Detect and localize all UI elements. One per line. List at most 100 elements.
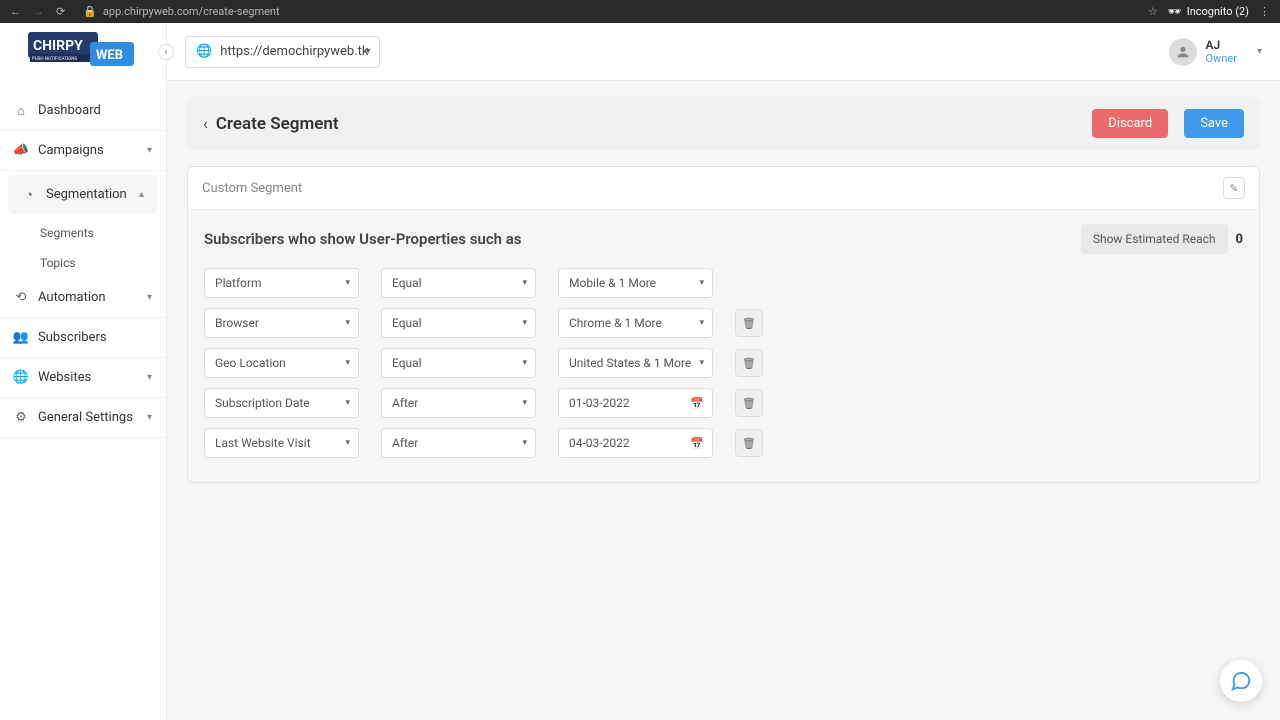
home-icon: ⌂ — [14, 104, 28, 118]
delete-rule-button[interactable]: 🗑 — [735, 429, 763, 457]
sidebar-sub-segments[interactable]: Segments — [40, 218, 166, 248]
chevron-down-icon: ▾ — [147, 372, 152, 383]
back-icon[interactable]: ← — [10, 5, 21, 18]
rule-property-select[interactable]: Browser▾ — [204, 308, 359, 338]
megaphone-icon: 📣 — [14, 144, 28, 158]
chevron-down-icon: ▾ — [147, 292, 152, 303]
chevron-down-icon: ▾ — [699, 278, 704, 288]
rule-date-input[interactable]: 01-03-2022📅 — [558, 388, 713, 418]
discard-button[interactable]: Discard — [1092, 109, 1168, 138]
chevron-down-icon: ▾ — [522, 318, 527, 328]
sidebar-collapse-icon[interactable]: ‹ — [158, 44, 174, 60]
chevron-down-icon: ▾ — [699, 318, 704, 328]
chevron-down-icon: ▾ — [147, 145, 152, 156]
sidebar-item-general-settings[interactable]: ⚙ General Settings ▾ — [0, 398, 166, 438]
chevron-down-icon: ▾ — [522, 278, 527, 288]
chevron-down-icon: ▾ — [147, 412, 152, 423]
star-icon[interactable]: ☆ — [1148, 5, 1158, 18]
rules-container: Platform▾ Equal▾ Mobile & 1 More▾ Browser▾ E… — [204, 268, 1243, 458]
svg-text:CHIRPY: CHIRPY — [33, 38, 83, 54]
svg-text:WEB: WEB — [96, 48, 123, 63]
rule-row: Browser▾ Equal▾ Chrome & 1 More▾ 🗑 — [204, 308, 1243, 338]
avatar — [1169, 38, 1197, 66]
delete-rule-button[interactable]: 🗑 — [735, 349, 763, 377]
show-reach-button[interactable]: Show Estimated Reach — [1081, 224, 1228, 254]
svg-text:PUSH NOTIFICATIONS: PUSH NOTIFICATIONS — [32, 56, 77, 62]
rule-operator-select[interactable]: Equal▾ — [381, 268, 536, 298]
rule-property-select[interactable]: Platform▾ — [204, 268, 359, 298]
delete-rule-button[interactable]: 🗑 — [735, 389, 763, 417]
rule-property-select[interactable]: Subscription Date▾ — [204, 388, 359, 418]
rule-property-select[interactable]: Geo Location▾ — [204, 348, 359, 378]
chevron-down-icon: ▾ — [522, 398, 527, 408]
rule-row: Subscription Date▾ After▾ 01-03-2022📅 🗑 — [204, 388, 1243, 418]
chevron-up-icon: ▴ — [139, 189, 144, 200]
chevron-down-icon: ▾ — [345, 318, 350, 328]
back-chevron-icon[interactable]: ‹ — [203, 114, 208, 133]
rule-row: Last Website Visit▾ After▾ 04-03-2022📅 🗑 — [204, 428, 1243, 458]
chevron-down-icon: ▾ — [522, 358, 527, 368]
topbar: 🌐 https://demochirpyweb.tk ▾ AJ Owner ▾ — [167, 23, 1280, 81]
segment-name-row: Custom Segment ✎ — [188, 167, 1259, 210]
browser-bar: ← → ⟳ 🔒 app.chirpyweb.com/create-segment… — [0, 0, 1280, 23]
incognito-indicator[interactable]: 🕶 Incognito (2) — [1168, 5, 1249, 18]
sidebar-sub-topics[interactable]: Topics — [40, 248, 166, 278]
segment-panel: Custom Segment ✎ Subscribers who show Us… — [187, 166, 1260, 483]
calendar-icon: 📅 — [690, 437, 704, 450]
chevron-down-icon: ▾ — [345, 438, 350, 448]
menu-dots-icon[interactable]: ⋮ — [1259, 5, 1270, 18]
rule-date-input[interactable]: 04-03-2022📅 — [558, 428, 713, 458]
panel-heading: Subscribers who show User-Properties suc… — [204, 230, 1081, 248]
rule-row: Platform▾ Equal▾ Mobile & 1 More▾ — [204, 268, 1243, 298]
edit-name-button[interactable]: ✎ — [1223, 177, 1245, 199]
forward-icon[interactable]: → — [33, 5, 44, 18]
segmentation-submenu: Segments Topics — [0, 218, 166, 278]
sidebar-item-segmentation[interactable]: ◔ Segmentation ▴ — [8, 175, 158, 214]
rule-operator-select[interactable]: Equal▾ — [381, 348, 536, 378]
globe-icon: 🌐 — [14, 371, 28, 385]
page-title: Create Segment — [216, 114, 1084, 134]
rule-operator-select[interactable]: Equal▾ — [381, 308, 536, 338]
sidebar-item-dashboard[interactable]: ⌂ Dashboard — [0, 91, 166, 131]
delete-rule-button[interactable]: 🗑 — [735, 309, 763, 337]
sidebar-item-subscribers[interactable]: 👥 Subscribers — [0, 318, 166, 358]
sidebar: CHIRPY PUSH NOTIFICATIONS WEB ‹ ⌂ Dashbo… — [0, 23, 167, 720]
lock-icon: 🔒 — [83, 5, 97, 18]
logo[interactable]: CHIRPY PUSH NOTIFICATIONS WEB ‹ — [0, 23, 166, 81]
user-role: Owner — [1205, 52, 1236, 65]
rule-property-select[interactable]: Last Website Visit▾ — [204, 428, 359, 458]
sidebar-item-websites[interactable]: 🌐 Websites ▾ — [0, 358, 166, 398]
user-name: AJ — [1205, 38, 1236, 52]
chevron-down-icon: ▾ — [522, 438, 527, 448]
sidebar-item-automation[interactable]: ⟲ Automation ▾ — [0, 278, 166, 318]
page-header: ‹ Create Segment Discard Save — [187, 97, 1260, 150]
automation-icon: ⟲ — [14, 291, 28, 305]
rule-value-select[interactable]: Chrome & 1 More▾ — [558, 308, 713, 338]
chevron-down-icon: ▾ — [345, 398, 350, 408]
rule-value-select[interactable]: United States & 1 More▾ — [558, 348, 713, 378]
chevron-down-icon: ▾ — [365, 46, 370, 57]
chevron-down-icon: ▾ — [345, 278, 350, 288]
segment-name-text: Custom Segment — [202, 181, 1223, 196]
incognito-icon: 🕶 — [1168, 5, 1182, 18]
save-button[interactable]: Save — [1184, 109, 1244, 138]
segment-icon: ◔ — [22, 188, 36, 202]
site-select[interactable]: 🌐 https://demochirpyweb.tk ▾ — [185, 36, 380, 68]
calendar-icon: 📅 — [690, 397, 704, 410]
reach-count: 0 — [1236, 232, 1243, 247]
chat-fab[interactable] — [1220, 660, 1262, 702]
rule-operator-select[interactable]: After▾ — [381, 388, 536, 418]
reload-icon[interactable]: ⟳ — [56, 5, 65, 18]
chevron-down-icon: ▾ — [1257, 46, 1262, 57]
rule-row: Geo Location▾ Equal▾ United States & 1 Mor… — [204, 348, 1243, 378]
url-text: app.chirpyweb.com/create-segment — [103, 5, 280, 18]
chevron-down-icon: ▾ — [699, 358, 704, 368]
sidebar-item-campaigns[interactable]: 📣 Campaigns ▾ — [0, 131, 166, 171]
users-icon: 👥 — [14, 331, 28, 345]
gear-icon: ⚙ — [14, 411, 28, 425]
user-menu[interactable]: AJ Owner ▾ — [1169, 38, 1262, 66]
rule-operator-select[interactable]: After▾ — [381, 428, 536, 458]
chevron-down-icon: ▾ — [345, 358, 350, 368]
globe-icon: 🌐 — [196, 44, 212, 59]
rule-value-select[interactable]: Mobile & 1 More▾ — [558, 268, 713, 298]
